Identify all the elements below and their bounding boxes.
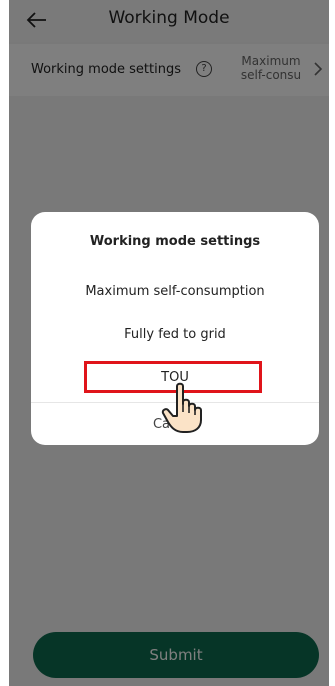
option-maximum-self-consumption[interactable]: Maximum self-consumption (31, 284, 319, 299)
hand-pointer-icon (161, 382, 202, 433)
dialog-title: Working mode settings (89, 234, 261, 249)
app-screen: Working Mode Working mode settings ? Max… (9, 0, 329, 686)
option-fully-fed-to-grid[interactable]: Fully fed to grid (31, 327, 319, 342)
